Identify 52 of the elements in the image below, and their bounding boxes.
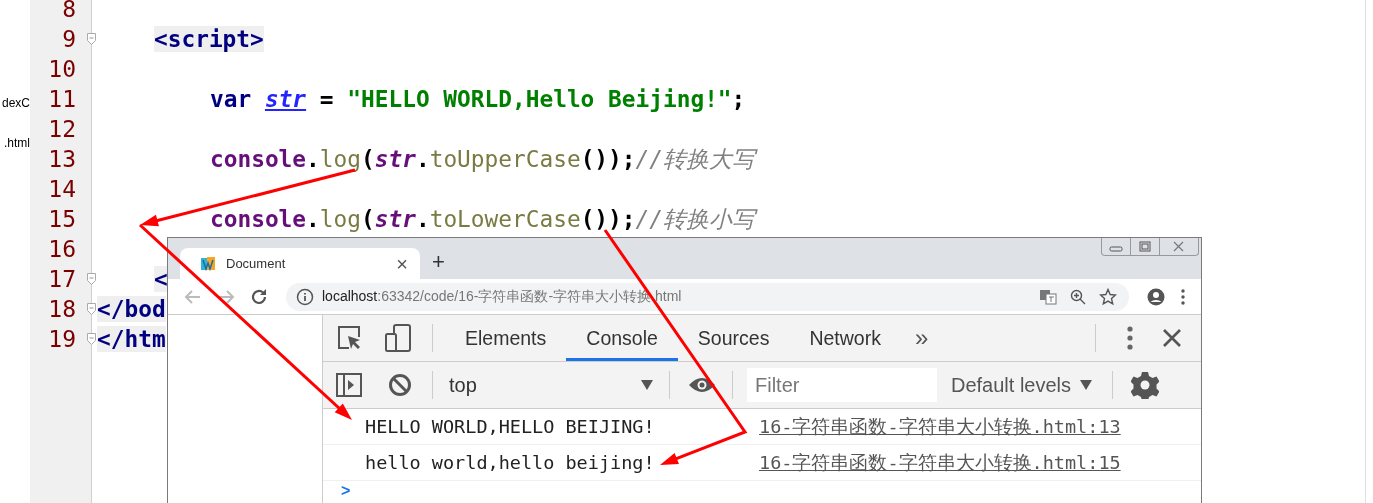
- fold-marker-icon[interactable]: [86, 273, 96, 285]
- line-number: 8: [62, 0, 76, 22]
- settings-icon[interactable]: [1131, 371, 1160, 399]
- line-number: 16: [48, 236, 76, 262]
- translate-icon[interactable]: [1039, 287, 1057, 306]
- url-text: localhost:63342/code/16-字符串函数-字符串大小转换.html: [322, 287, 682, 306]
- app-logo-icon: [200, 255, 216, 272]
- more-options-icon[interactable]: [1126, 325, 1134, 351]
- file-name[interactable]: dexC: [2, 96, 30, 110]
- line-number: 12: [48, 116, 76, 142]
- more-tabs-button[interactable]: »: [914, 324, 929, 352]
- context-selector[interactable]: top: [433, 373, 669, 397]
- line-number: 19: [48, 326, 76, 352]
- code-line: var str = "HELLO WORLD,Hello Beijing!";: [210, 85, 746, 113]
- account-icon[interactable]: [1146, 286, 1166, 307]
- file-name[interactable]: .html: [4, 136, 30, 150]
- line-number: 18: [48, 296, 76, 322]
- console-prompt[interactable]: >: [341, 482, 351, 500]
- browser-tab[interactable]: Document ×: [180, 248, 420, 279]
- address-bar[interactable]: localhost:63342/code/16-字符串函数-字符串大小转换.html: [286, 282, 1129, 311]
- info-icon: [296, 287, 314, 306]
- devtools-tab[interactable]: Sources: [677, 315, 790, 361]
- fold-marker-icon[interactable]: [86, 333, 96, 345]
- dropdown-caret-icon: [1080, 380, 1093, 390]
- clear-console-icon[interactable]: [388, 373, 412, 397]
- line-number: 11: [48, 86, 76, 112]
- line-number: 15: [48, 206, 76, 232]
- device-icon[interactable]: [384, 324, 412, 352]
- tab-close-button[interactable]: ×: [396, 253, 408, 274]
- fold-marker-icon[interactable]: [86, 33, 96, 45]
- fold-marker-icon[interactable]: [86, 303, 96, 315]
- close-icon[interactable]: [1162, 328, 1182, 348]
- line-number: 13: [48, 146, 76, 172]
- dropdown-caret-icon: [641, 380, 653, 390]
- devtools-tab[interactable]: Network: [789, 315, 901, 361]
- filter-field[interactable]: Filter: [747, 368, 937, 402]
- new-tab-button[interactable]: +: [432, 249, 445, 274]
- line-number: 17: [48, 266, 76, 292]
- zoom-icon[interactable]: [1069, 287, 1087, 306]
- source-link[interactable]: 16-字符串函数-字符串大小转换.html:13: [759, 414, 1121, 439]
- tab-title: Document: [226, 256, 287, 271]
- line-number: 10: [48, 56, 76, 82]
- source-link[interactable]: 16-字符串函数-字符串大小转换.html:15: [759, 450, 1121, 475]
- star-icon[interactable]: [1099, 287, 1117, 306]
- menu-icon[interactable]: [1179, 286, 1187, 307]
- line-number: 14: [48, 176, 76, 202]
- line-number: 9: [62, 26, 76, 52]
- console-message: hello world,hello beijing!: [365, 452, 656, 473]
- sidebar-icon[interactable]: [336, 373, 362, 397]
- console-message: HELLO WORLD,HELLO BEIJING!: [365, 416, 656, 437]
- devtools-tab[interactable]: Elements: [445, 315, 567, 361]
- log-levels-dropdown[interactable]: Default levels: [951, 373, 1093, 397]
